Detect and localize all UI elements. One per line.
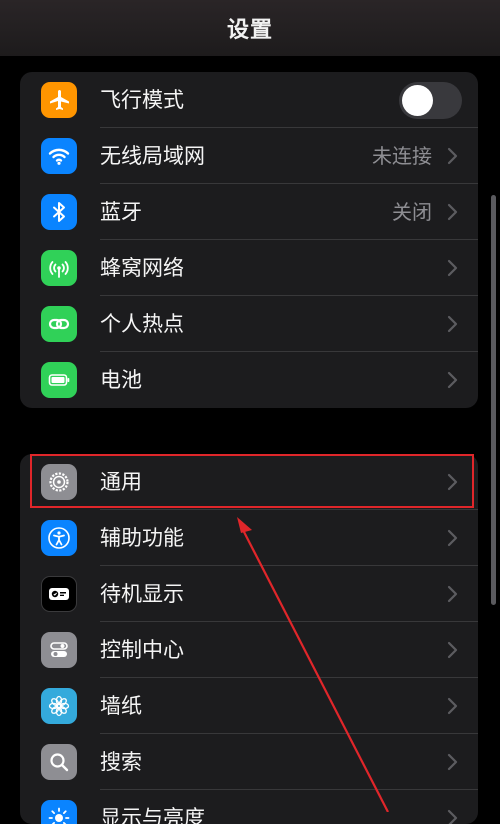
control-center-icon <box>41 632 77 668</box>
settings-row-label: 控制中心 <box>100 638 184 662</box>
bluetooth-status-value: 关闭 <box>392 200 432 224</box>
settings-row-label: 飞行模式 <box>100 88 184 112</box>
settings-row-label: 通用 <box>100 470 142 494</box>
chevron-right-icon <box>447 473 458 491</box>
settings-row-label: 墙纸 <box>100 694 142 718</box>
settings-row-battery[interactable]: 电池 <box>20 352 478 408</box>
settings-row-label: 显示与亮度 <box>100 806 205 824</box>
chevron-right-icon <box>447 147 458 165</box>
hotspot-icon <box>41 306 77 342</box>
chevron-right-icon <box>447 753 458 771</box>
settings-row-display-brightness[interactable]: 显示与亮度 <box>20 790 478 824</box>
chevron-right-icon <box>447 641 458 659</box>
settings-row-search[interactable]: 搜索 <box>20 734 478 790</box>
connectivity-group: 飞行模式 无线局域网 未连接 蓝牙 关闭 蜂窝网络 个人热点 电池 <box>20 72 478 408</box>
page-title: 设置 <box>226 18 273 43</box>
settings-row-accessibility[interactable]: 辅助功能 <box>20 510 478 566</box>
settings-row-wifi[interactable]: 无线局域网 未连接 <box>20 128 478 184</box>
settings-row-label: 辅助功能 <box>100 526 184 550</box>
settings-row-cellular[interactable]: 蜂窝网络 <box>20 240 478 296</box>
accessibility-icon <box>41 520 77 556</box>
chevron-right-icon <box>447 529 458 547</box>
chevron-right-icon <box>447 809 458 824</box>
settings-row-label: 蓝牙 <box>100 200 142 224</box>
chevron-right-icon <box>447 259 458 277</box>
scrollbar[interactable] <box>491 195 496 605</box>
chevron-right-icon <box>447 697 458 715</box>
airplane-mode-toggle[interactable] <box>399 82 462 119</box>
settings-row-label: 待机显示 <box>100 582 184 606</box>
settings-row-bluetooth[interactable]: 蓝牙 关闭 <box>20 184 478 240</box>
wifi-status-value: 未连接 <box>372 144 432 168</box>
settings-row-general[interactable]: 通用 <box>20 454 478 510</box>
cellular-icon <box>41 250 77 286</box>
wifi-icon <box>41 138 77 174</box>
settings-row-label: 电池 <box>100 368 142 392</box>
settings-row-label: 个人热点 <box>100 312 184 336</box>
bluetooth-icon <box>41 194 77 230</box>
settings-row-hotspot[interactable]: 个人热点 <box>20 296 478 352</box>
search-icon <box>41 744 77 780</box>
flower-icon <box>41 688 77 724</box>
gear-icon <box>41 464 77 500</box>
settings-row-airplane-mode[interactable]: 飞行模式 <box>20 72 478 128</box>
settings-row-control-center[interactable]: 控制中心 <box>20 622 478 678</box>
settings-row-label: 搜索 <box>100 750 142 774</box>
chevron-right-icon <box>447 585 458 603</box>
settings-row-standby[interactable]: 待机显示 <box>20 566 478 622</box>
settings-row-wallpaper[interactable]: 墙纸 <box>20 678 478 734</box>
chevron-right-icon <box>447 203 458 221</box>
brightness-icon <box>41 800 77 824</box>
settings-row-label: 无线局域网 <box>100 144 205 168</box>
airplane-icon <box>41 82 77 118</box>
toggle-knob <box>402 85 433 116</box>
settings-row-label: 蜂窝网络 <box>100 256 184 280</box>
nav-bar: 设置 <box>0 0 500 56</box>
system-group: 通用 辅助功能 待机显示 控制中心 墙纸 搜索 显示与亮度 <box>20 454 478 824</box>
chevron-right-icon <box>447 315 458 333</box>
battery-icon <box>41 362 77 398</box>
chevron-right-icon <box>447 371 458 389</box>
standby-icon <box>41 576 77 612</box>
